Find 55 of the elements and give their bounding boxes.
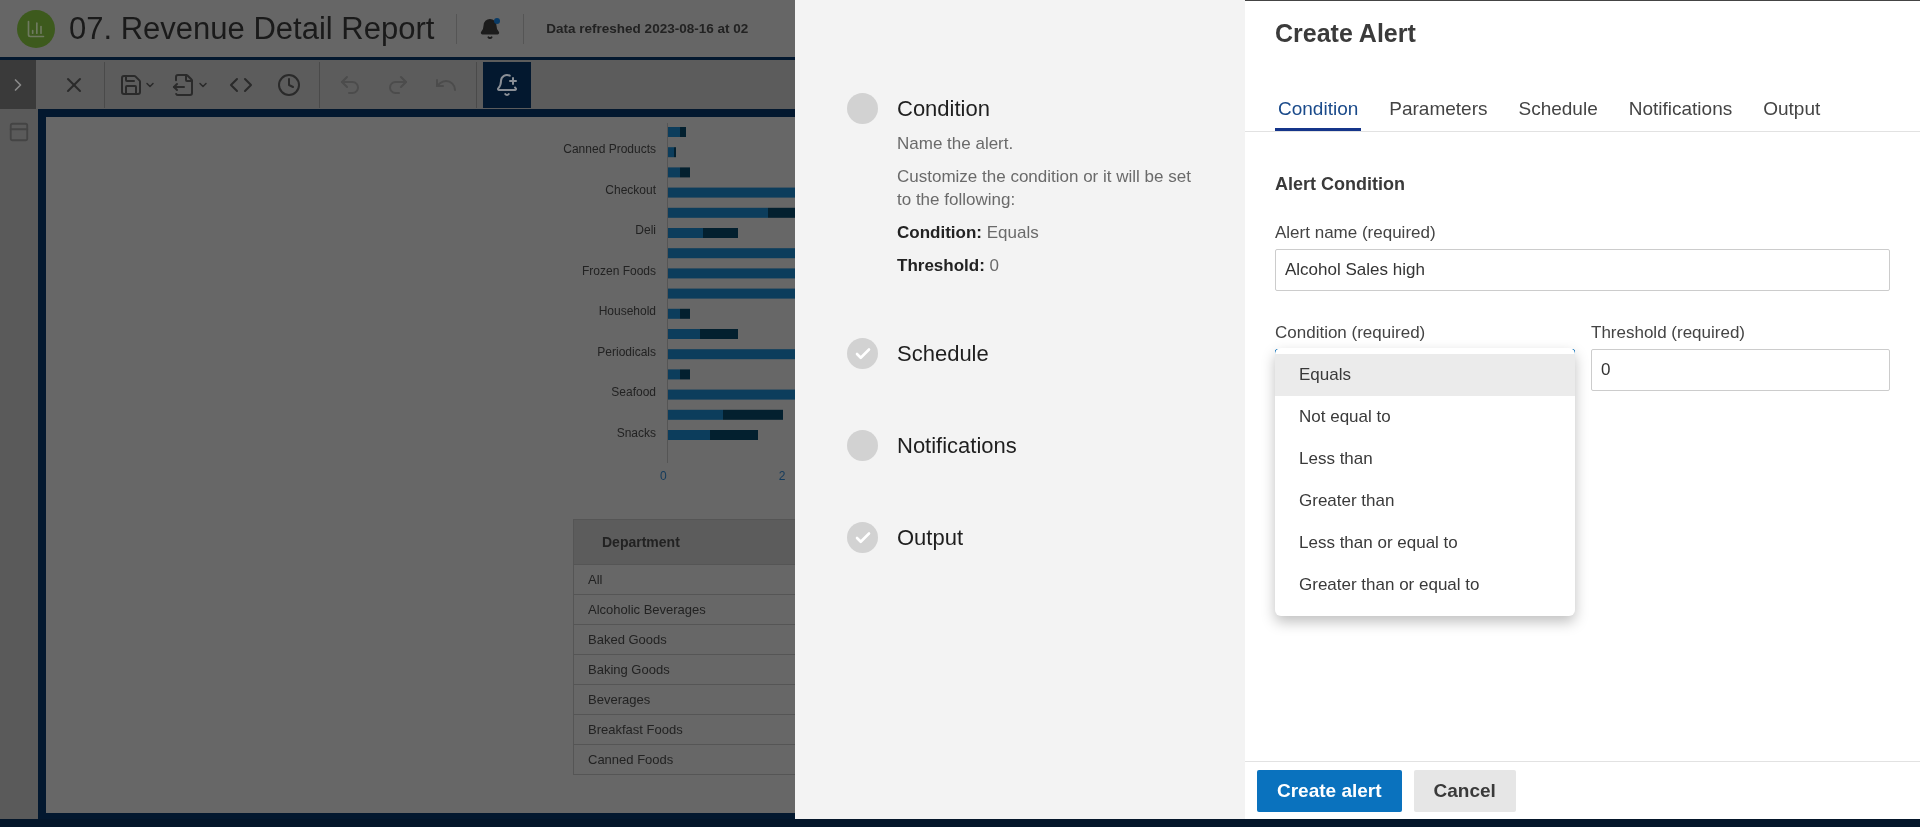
chart-category-label: Snacks [615, 424, 656, 442]
chart-category-label: Deli [634, 222, 656, 240]
tab[interactable]: Condition [1275, 98, 1362, 131]
chart-bar [668, 329, 738, 339]
step-description: Threshold: 0 [897, 255, 1001, 277]
field-label: Alert name (required) [1275, 223, 1437, 243]
toolbar-button[interactable] [483, 61, 531, 108]
menu-option[interactable]: Less than or equal to [1275, 522, 1575, 564]
step-title[interactable]: Notifications [897, 433, 1017, 459]
chart-bar [668, 308, 690, 319]
section-title: Alert Condition [1275, 174, 1406, 195]
chart-category-label: Periodicals [596, 343, 656, 361]
step-title[interactable]: Output [897, 525, 964, 551]
document-arrow-icon [172, 72, 196, 97]
alert-name-field[interactable]: Alcohol Sales high [1275, 249, 1890, 291]
step-description: Customize the condition or it will be set to the following: [897, 166, 1192, 211]
chart-category-label: Household [597, 303, 656, 321]
field-label: Condition (required) [1275, 323, 1427, 343]
axis-tick-label: 0 [660, 469, 667, 483]
menu-option[interactable]: Equals [1275, 354, 1575, 396]
chart-bar [668, 228, 738, 238]
chart-category-label: Checkout [604, 181, 656, 199]
chart-bar [668, 167, 690, 178]
chart-category-label: Seafood [610, 384, 656, 402]
threshold-field[interactable]: 0 [1591, 349, 1890, 391]
bell-plus-icon [495, 72, 519, 97]
chart-bar [668, 127, 686, 137]
chart-bar [668, 147, 676, 158]
step-description: Name the alert. [897, 133, 1015, 155]
menu-option[interactable]: Greater than or equal to [1275, 564, 1575, 606]
refresh-status: Data refreshed 2023-08-16 at 02 [546, 21, 749, 36]
table-cell-text: Canned Foods [587, 751, 675, 769]
menu-option[interactable]: Greater than [1275, 480, 1575, 522]
dialog-title: Create Alert [1275, 19, 1417, 48]
tab[interactable]: Notifications [1625, 98, 1736, 131]
step-description: Condition: Equals [897, 222, 1040, 244]
menu-option[interactable]: Not equal to [1275, 396, 1575, 438]
axis-tick-label: 2 [778, 469, 786, 483]
bell-icon[interactable] [479, 17, 502, 40]
cancel-button[interactable]: Cancel [1413, 769, 1516, 812]
clock-icon [277, 72, 301, 97]
step-title[interactable]: Schedule [897, 341, 989, 367]
tab[interactable]: Schedule [1515, 98, 1601, 131]
create-alert-button[interactable]: Create alert [1257, 769, 1402, 812]
chart-category-label: Frozen Foods [580, 262, 656, 280]
step-title[interactable]: Condition [897, 96, 1192, 122]
menu-option[interactable]: Less than [1275, 438, 1575, 480]
tab[interactable]: Output [1760, 98, 1824, 131]
report-title: 07. Revenue Detail Report [69, 10, 435, 47]
tab[interactable]: Parameters [1386, 98, 1491, 131]
field-label: Threshold (required) [1591, 323, 1746, 343]
expand-button[interactable] [0, 60, 36, 109]
bar-chart-icon [26, 18, 46, 39]
chart-bar [668, 369, 690, 380]
chart-category-label: Canned Products [562, 141, 656, 159]
